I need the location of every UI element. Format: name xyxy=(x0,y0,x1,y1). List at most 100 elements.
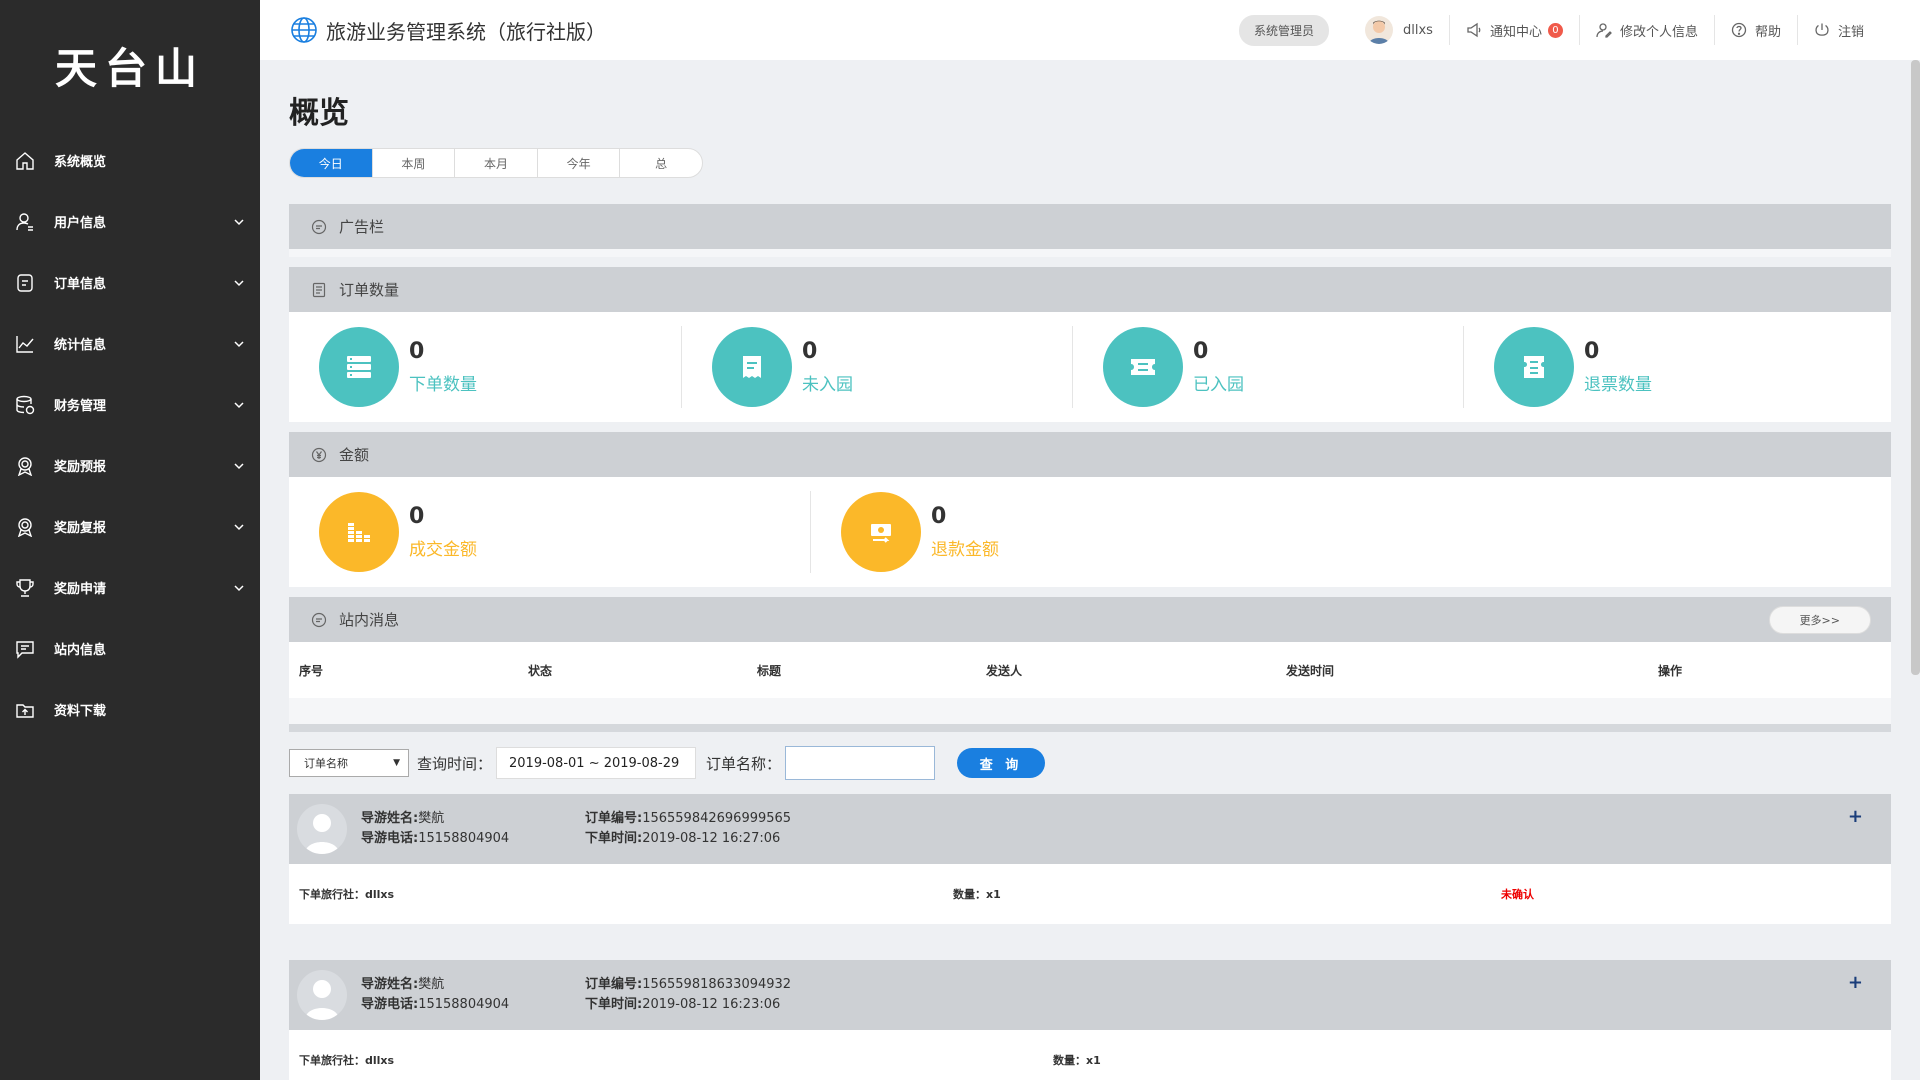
tab-week[interactable]: 本周 xyxy=(371,149,455,177)
guide-phone-label: 导游电话: xyxy=(361,831,419,846)
yen-icon xyxy=(311,447,327,462)
edit-profile[interactable]: 修改个人信息 xyxy=(1578,15,1714,45)
order-card-body: 下单旅行社：dllxs 数量：x1 xyxy=(289,1030,1891,1080)
order-time-label: 下单时间: xyxy=(585,831,643,846)
sidebar-item-overview[interactable]: 系统概览 xyxy=(0,130,260,191)
order-card-footer xyxy=(289,924,1891,934)
sidebar-item-messages[interactable]: 站内信息 xyxy=(0,618,260,679)
stat-deal-amount: 0 成交金额 xyxy=(289,491,810,573)
tab-month[interactable]: 本月 xyxy=(454,149,537,177)
ads-body xyxy=(289,249,1891,257)
filter-select[interactable]: 订单名称 ▼ xyxy=(289,749,409,777)
guide-name-label: 导游姓名: xyxy=(361,811,419,826)
logout-link[interactable]: 注销 xyxy=(1796,15,1880,45)
sidebar-item-reward-review[interactable]: 奖励复报 xyxy=(0,496,260,557)
more-button[interactable]: 更多>> xyxy=(1768,605,1871,634)
refund-ticket-icon xyxy=(1494,327,1574,407)
help-link[interactable]: 帮助 xyxy=(1713,15,1797,45)
messages-title: 站内消息 xyxy=(339,611,400,629)
col-status: 状态 xyxy=(528,663,553,678)
guide-phone: 15158804904 xyxy=(418,831,510,846)
sidebar-item-statistics[interactable]: 统计信息 xyxy=(0,313,260,374)
globe-icon xyxy=(291,17,317,43)
col-index: 序号 xyxy=(299,663,324,678)
logout-label: 注销 xyxy=(1837,24,1864,40)
caret-down-icon: ▼ xyxy=(393,758,400,768)
order-count-panel: 订单数量 0 下单数量 0 未入园 0 已入园 0 退票数量 xyxy=(289,267,1891,422)
user-icon xyxy=(14,211,36,233)
expand-plus-icon[interactable]: + xyxy=(1848,972,1863,993)
chevron-down-icon xyxy=(234,584,244,591)
logo: 天台山 xyxy=(54,43,205,93)
award-icon xyxy=(14,455,36,477)
help-label: 帮助 xyxy=(1754,24,1781,40)
tab-today[interactable]: 今日 xyxy=(290,149,372,177)
query-button[interactable]: 查 询 xyxy=(957,748,1046,778)
date-range-input[interactable]: 2019-08-01 ~ 2019-08-29 xyxy=(496,747,697,779)
messages-footer xyxy=(289,724,1891,732)
sidebar-item-reward-forecast[interactable]: 奖励预报 xyxy=(0,435,260,496)
avatar xyxy=(297,804,347,854)
period-tabs: 今日 本周 本月 今年 总 xyxy=(289,148,703,178)
chevron-down-icon xyxy=(234,340,244,347)
stat-value: 0 xyxy=(409,339,425,364)
sidebar-item-label: 用户信息 xyxy=(54,216,107,231)
notification-center[interactable]: 通知中心 0 xyxy=(1448,15,1579,45)
col-title: 标题 xyxy=(757,663,782,678)
sidebar-item-label: 站内信息 xyxy=(54,643,107,658)
order-qty: 数量：x1 xyxy=(953,888,1001,901)
ads-panel-header: 广告栏 xyxy=(289,204,1891,249)
sidebar-item-downloads[interactable]: 资料下载 xyxy=(0,679,260,740)
app-title-wrap: 旅游业务管理系统（旅行社版） xyxy=(290,16,606,45)
edit-profile-label: 修改个人信息 xyxy=(1619,24,1698,40)
chevron-down-icon xyxy=(234,401,244,408)
order-count-title: 订单数量 xyxy=(339,281,400,299)
order-card: 导游姓名:樊航 导游电话:15158804904 订单编号:1565598186… xyxy=(289,960,1891,1080)
sidebar-item-reward-apply[interactable]: 奖励申请 xyxy=(0,557,260,618)
sidebar-item-label: 奖励申请 xyxy=(54,582,107,597)
sidebar-item-finance[interactable]: 财务管理 xyxy=(0,374,260,435)
order-time: 2019-08-12 16:27:06 xyxy=(642,831,781,846)
tab-total[interactable]: 总 xyxy=(619,149,702,177)
sidebar-item-users[interactable]: 用户信息 xyxy=(0,191,260,252)
user-menu[interactable]: dllxs xyxy=(1349,15,1449,45)
sidebar: 天台山 系统概览 用户信息 订单信息 统计信息 财务管理 奖励预报 奖励复报 奖… xyxy=(0,0,260,1080)
time-label: 查询时间： xyxy=(417,754,493,773)
order-meta: 订单编号:156559818633094932 下单时间:2019-08-12 … xyxy=(585,975,791,1015)
comment-icon xyxy=(311,612,327,627)
tab-year[interactable]: 今年 xyxy=(536,149,620,177)
sidebar-item-orders[interactable]: 订单信息 xyxy=(0,252,260,313)
ads-panel-title: 广告栏 xyxy=(339,218,385,236)
messages-header: 站内消息 更多>> xyxy=(289,597,1891,642)
order-meta: 订单编号:156559842696999565 下单时间:2019-08-12 … xyxy=(585,809,791,849)
page-title: 概览 xyxy=(289,96,349,131)
sidebar-item-label: 订单信息 xyxy=(54,277,107,292)
coins-icon xyxy=(319,492,399,572)
stat-order-count: 0 下单数量 xyxy=(289,326,681,408)
scrollbar[interactable] xyxy=(1911,60,1920,675)
stat-value: 0 xyxy=(802,339,818,364)
database-icon xyxy=(14,394,36,416)
guide-name: 樊航 xyxy=(418,977,445,992)
status-badge: 未确认 xyxy=(1501,888,1534,901)
guide-phone-label: 导游电话: xyxy=(361,997,419,1012)
main-content: 概览 今日 本周 本月 今年 总 广告栏 订单数量 0 下单数量 0 未入园 0… xyxy=(260,60,1920,1080)
name-label: 订单名称： xyxy=(706,754,782,773)
username: dllxs xyxy=(1402,22,1433,38)
role-badge[interactable]: 系统管理员 xyxy=(1238,14,1329,46)
guide-info: 导游姓名:樊航 导游电话:15158804904 xyxy=(361,975,571,1015)
download-icon xyxy=(14,699,36,721)
trophy-icon xyxy=(14,577,36,599)
stat-label: 成交金额 xyxy=(409,540,477,560)
guide-phone: 15158804904 xyxy=(418,997,510,1012)
order-name-input[interactable] xyxy=(785,746,936,780)
stat-refund-amount: 0 退款金额 xyxy=(810,491,1330,573)
sidebar-item-label: 资料下载 xyxy=(54,704,107,719)
list-icon xyxy=(319,327,399,407)
notification-label: 通知中心 xyxy=(1489,24,1542,40)
guide-name: 樊航 xyxy=(418,811,445,826)
user-edit-icon xyxy=(1596,23,1612,38)
home-icon xyxy=(14,150,36,172)
sidebar-item-label: 奖励预报 xyxy=(54,460,107,475)
expand-plus-icon[interactable]: + xyxy=(1848,806,1863,827)
